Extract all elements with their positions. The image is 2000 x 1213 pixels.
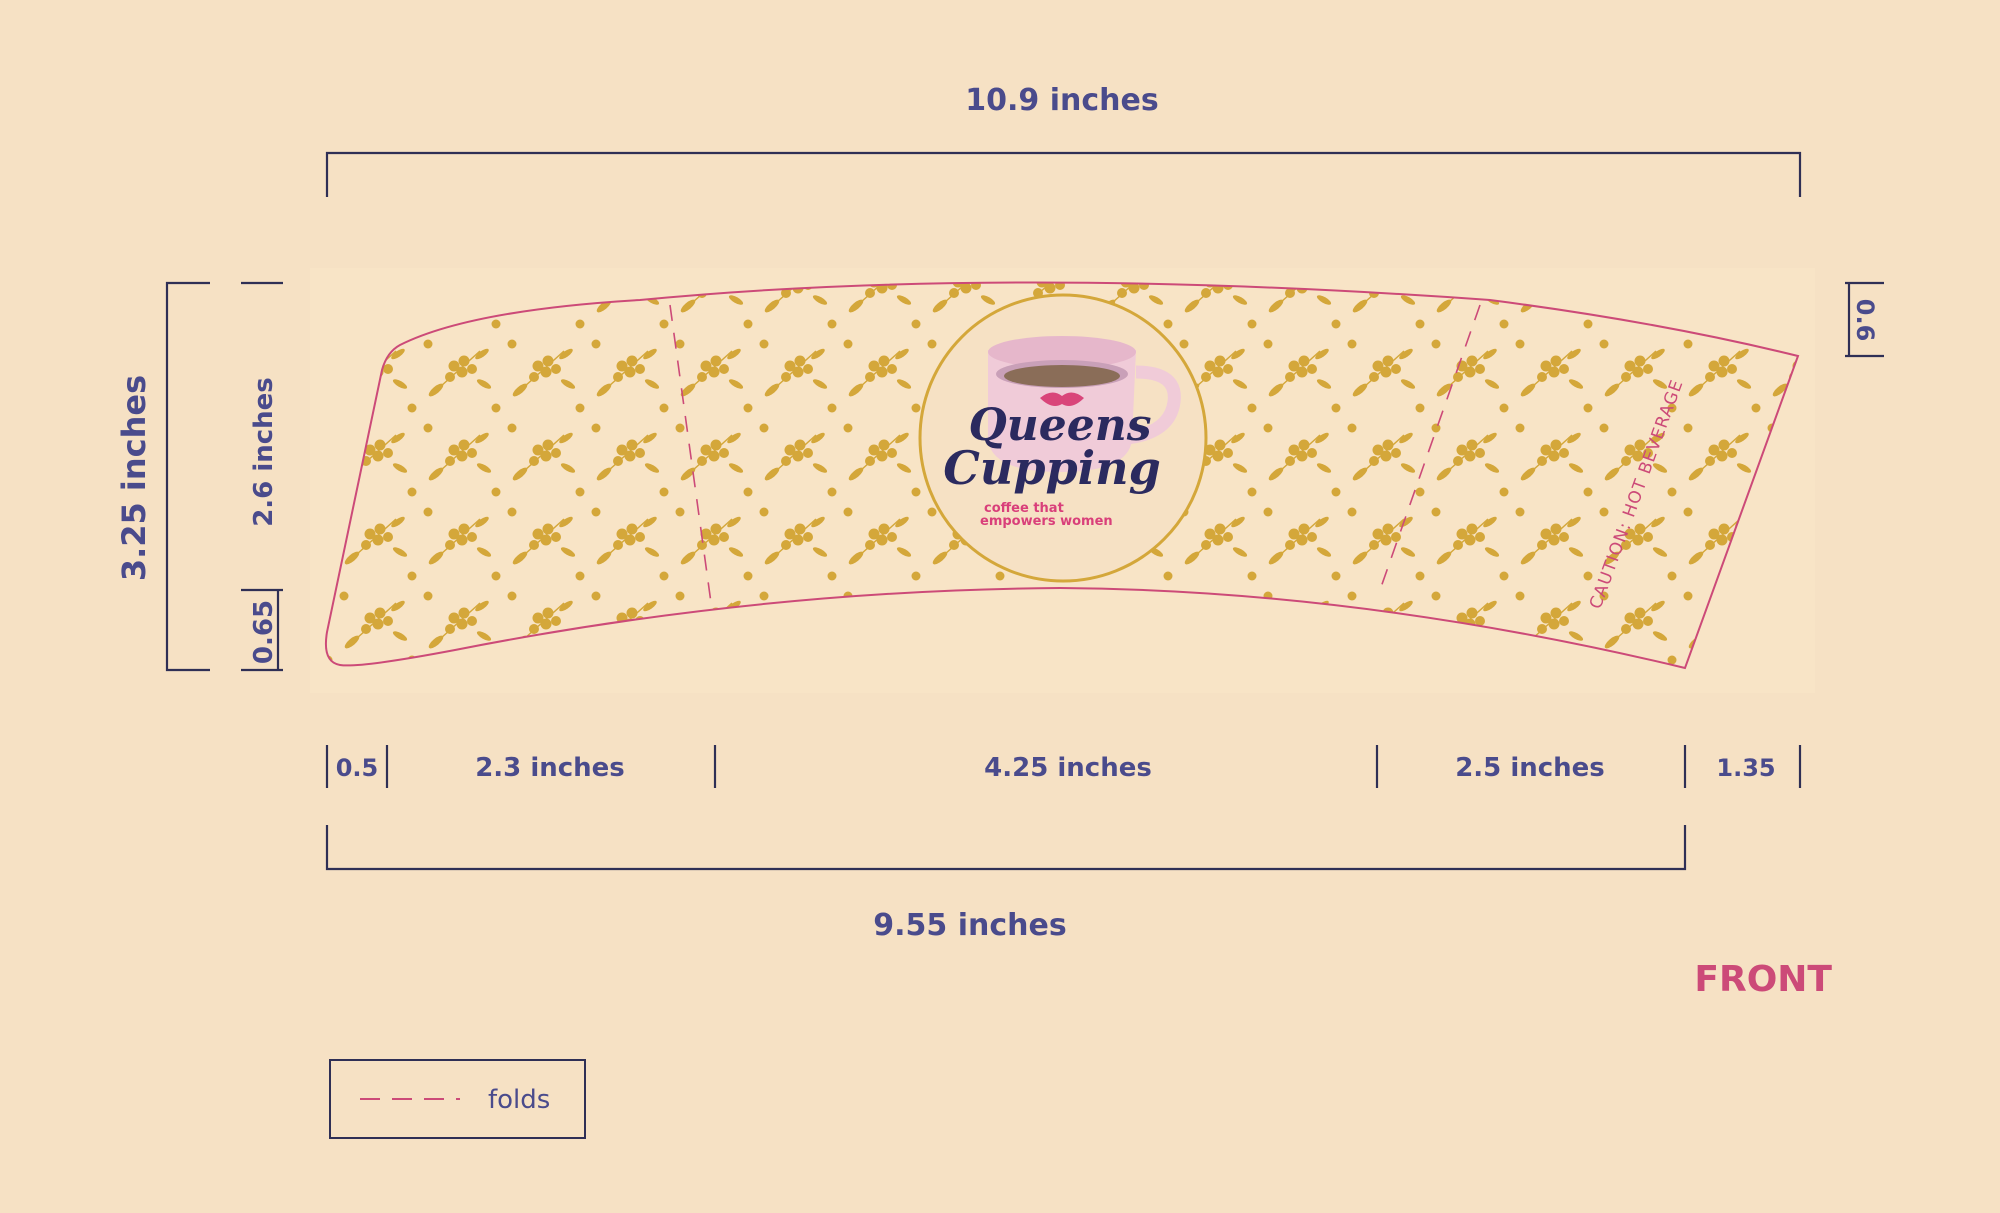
logo-line-2: Cupping (943, 441, 1160, 495)
dim-height-bottom: 0.65 (249, 600, 279, 664)
dim-seg-3: 4.25 inches (984, 753, 1152, 783)
dim-height-total: 3.25 inches (115, 375, 153, 581)
dim-top-width: 10.9 inches (965, 83, 1158, 118)
dim-seg-5: 1.35 (1716, 754, 1775, 782)
dim-bottom-width: 9.55 inches (873, 908, 1066, 943)
dim-seg-2: 2.3 inches (475, 753, 625, 783)
queens-cupping-logo: Queens Cupping coffee that empowers wome… (918, 293, 1208, 583)
legend-label: folds (488, 1085, 550, 1115)
dim-seg-1: 0.5 (336, 754, 379, 782)
sleeve-diagram: Queens Cupping coffee that empowers wome… (115, 83, 1884, 1139)
dim-top-bracket (325, 151, 1802, 197)
side-label: FRONT (1694, 959, 1832, 1000)
dim-seg-4: 2.5 inches (1455, 753, 1605, 783)
dim-left-bracket (165, 281, 210, 672)
dim-height-right: 0.6 (1851, 299, 1879, 342)
dim-height-band: 2.6 inches (249, 377, 279, 527)
dim-bottom-bracket (325, 825, 1687, 871)
logo-tagline-2: empowers women (980, 514, 1113, 529)
legend: folds (329, 1059, 586, 1139)
